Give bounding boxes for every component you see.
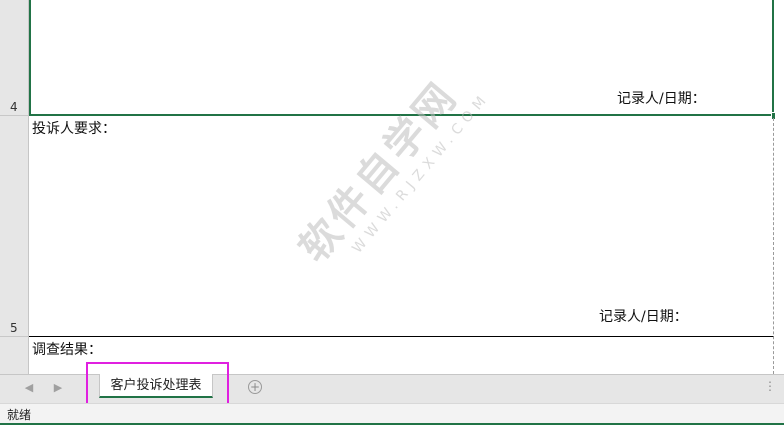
recorder-date-label: 记录人/日期： bbox=[617, 91, 706, 107]
worksheet-grid[interactable]: 记录人/日期： 投诉人要求： 记录人/日期： 调查结果： bbox=[29, 0, 784, 374]
chevron-right-icon[interactable]: ▶ bbox=[51, 381, 65, 394]
row-number: 4 bbox=[10, 100, 18, 114]
row-header-6[interactable] bbox=[0, 337, 28, 374]
row-header-5[interactable]: 5 bbox=[0, 116, 28, 337]
cell-row-5[interactable]: 投诉人要求： 记录人/日期： bbox=[29, 116, 774, 337]
cell-row-4-selected[interactable]: 记录人/日期： bbox=[29, 0, 774, 116]
vertical-ellipsis-icon[interactable]: ⋮ bbox=[764, 379, 776, 393]
complainant-request-label: 投诉人要求： bbox=[32, 121, 116, 137]
cell-row-6[interactable]: 调查结果： bbox=[29, 337, 774, 374]
row-number: 5 bbox=[10, 321, 18, 335]
recorder-date-label: 记录人/日期： bbox=[599, 309, 688, 325]
status-text: 就绪 bbox=[7, 408, 32, 422]
sheet-tab-active[interactable]: 客户投诉处理表 bbox=[99, 374, 213, 398]
status-bar: 就绪 bbox=[0, 403, 784, 425]
chevron-left-icon[interactable]: ◀ bbox=[22, 381, 36, 394]
row-header-column: 4 5 bbox=[0, 0, 29, 374]
investigation-result-label: 调查结果： bbox=[32, 342, 102, 358]
row-header-4[interactable]: 4 bbox=[0, 0, 28, 116]
sheet-tab-bar: ◀ ▶ 客户投诉处理表 + ⋮ bbox=[0, 374, 784, 403]
page-break-line bbox=[773, 118, 774, 374]
grid-right-edge bbox=[775, 0, 784, 374]
plus-circle-icon[interactable]: + bbox=[248, 380, 262, 394]
